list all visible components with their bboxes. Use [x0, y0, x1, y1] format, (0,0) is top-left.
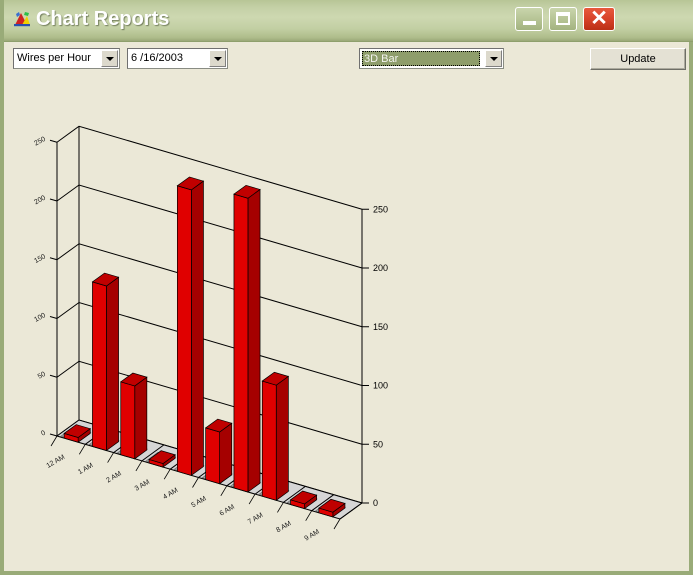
chart-app-icon	[14, 12, 30, 27]
chevron-down-icon[interactable]	[209, 50, 226, 67]
x-axis-label: 8 AM	[275, 520, 292, 534]
bar	[233, 184, 261, 493]
report-type-select[interactable]: Wires per Hour	[13, 48, 120, 69]
bar	[261, 371, 290, 501]
date-value: 6 /16/2003	[131, 52, 183, 64]
minimize-button[interactable]	[515, 7, 543, 31]
y-axis-label: 150	[33, 253, 47, 265]
y-axis-label: 100	[373, 381, 388, 391]
chart-reports-window: Chart Reports ✕ Wires per Hour 6 /16/200…	[0, 0, 693, 575]
y-axis-label: 200	[373, 263, 388, 273]
maximize-button[interactable]	[549, 7, 577, 31]
chart-canvas: 250 200 150 100 50 0 250 200 150 100 50 0 12 AM 1 A…	[33, 125, 388, 543]
maximize-icon	[556, 12, 570, 25]
y-axis-labels-left: 250 200 150 100 50 0	[33, 136, 47, 438]
y-axis-label: 50	[373, 439, 383, 449]
bar	[91, 272, 120, 452]
y-axis-label: 100	[33, 312, 47, 324]
y-axis-label: 150	[373, 322, 388, 332]
x-axis-label: 7 AM	[247, 512, 264, 526]
minimize-icon	[523, 21, 536, 25]
x-axis-label: 5 AM	[190, 495, 207, 509]
y-axis-label: 0	[373, 498, 378, 508]
x-axis-label: 2 AM	[105, 470, 122, 484]
bar	[119, 372, 148, 460]
x-axis-label: 3 AM	[134, 479, 151, 493]
chart-type-select[interactable]: 3D Bar	[359, 48, 504, 69]
y-axis-label: 50	[37, 371, 47, 381]
date-select[interactable]: 6 /16/2003	[127, 48, 228, 69]
bar	[176, 176, 205, 477]
y-axis-labels-right: 250 200 150 100 50 0	[373, 204, 388, 508]
chevron-down-icon[interactable]	[101, 50, 118, 67]
x-axis-label: 12 AM	[45, 454, 66, 470]
window-title: Chart Reports	[36, 8, 170, 30]
report-type-value: Wires per Hour	[17, 52, 91, 64]
chart-type-value: 3D Bar	[362, 51, 480, 66]
x-axis-label: 1 AM	[77, 462, 94, 476]
update-button[interactable]: Update	[590, 48, 686, 70]
x-axis-label: 6 AM	[219, 504, 236, 518]
y-axis-label: 250	[373, 204, 388, 214]
window-titlebar: Chart Reports ✕	[4, 0, 693, 42]
y-axis-label: 250	[33, 136, 47, 148]
y-axis-label: 200	[33, 195, 47, 207]
x-axis-label: 4 AM	[162, 487, 179, 501]
chevron-down-icon[interactable]	[485, 50, 502, 67]
close-icon: ✕	[590, 7, 608, 30]
x-axis-label: 9 AM	[304, 528, 321, 542]
close-button[interactable]: ✕	[583, 7, 615, 31]
chart-3d-bar: 250 200 150 100 50 0 250 200 150 100 50 0 12 AM 1 A…	[8, 78, 693, 571]
y-axis-label: 0	[40, 430, 47, 438]
bar	[204, 418, 233, 485]
